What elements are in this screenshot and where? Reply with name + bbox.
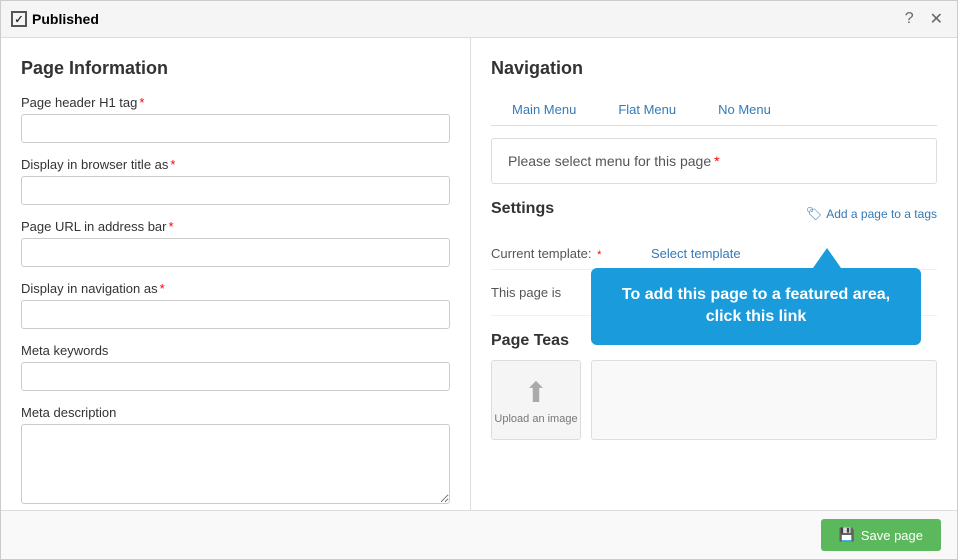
close-button[interactable]: ✕: [926, 7, 947, 31]
input-meta-keywords[interactable]: [21, 362, 450, 391]
left-panel: Page Information Page header H1 tag* Dis…: [1, 38, 471, 510]
label-nav-display: Display in navigation as*: [21, 281, 450, 296]
page-information-title: Page Information: [21, 58, 450, 79]
settings-header: Settings 🏷 Add a page to a tags: [491, 200, 937, 228]
form-group-meta-description: Meta description: [21, 405, 450, 507]
save-icon: 💾: [839, 527, 855, 543]
form-group-nav-display: Display in navigation as*: [21, 281, 450, 329]
form-group-browser-title: Display in browser title as*: [21, 157, 450, 205]
form-group-url: Page URL in address bar*: [21, 219, 450, 267]
input-h1[interactable]: [21, 114, 450, 143]
add-tag-link[interactable]: 🏷 Add a page to a tags: [806, 206, 937, 222]
navigation-title: Navigation: [491, 58, 937, 79]
label-h1: Page header H1 tag*: [21, 95, 450, 110]
input-url[interactable]: [21, 238, 450, 267]
published-label: Published: [32, 11, 99, 27]
tooltip-callout: To add this page to a featured area, cli…: [591, 268, 921, 345]
main-content: Page Information Page header H1 tag* Dis…: [1, 38, 957, 510]
upload-icon: ⬆: [524, 376, 547, 409]
label-browser-title: Display in browser title as*: [21, 157, 450, 172]
label-meta-description: Meta description: [21, 405, 450, 420]
title-bar-actions: ? ✕: [901, 7, 947, 31]
right-panel: Navigation Main Menu Flat Menu No Menu P…: [471, 38, 957, 510]
page-teaser-section: Page Teas ⬆ Upload an image: [491, 332, 937, 440]
navigation-tabs: Main Menu Flat Menu No Menu: [491, 93, 937, 126]
input-nav-display[interactable]: [21, 300, 450, 329]
teaser-text-box: [591, 360, 937, 440]
settings-value-template: Select template: [651, 246, 937, 261]
save-button[interactable]: 💾 Save page: [821, 519, 941, 551]
teaser-content: ⬆ Upload an image: [491, 360, 937, 440]
settings-title: Settings: [491, 200, 554, 218]
input-browser-title[interactable]: [21, 176, 450, 205]
main-window: ✓ Published ? ✕ Page Information Page he…: [0, 0, 958, 560]
label-url: Page URL in address bar*: [21, 219, 450, 234]
input-meta-description[interactable]: [21, 424, 450, 504]
label-meta-keywords: Meta keywords: [21, 343, 450, 358]
help-button[interactable]: ?: [901, 8, 918, 30]
checkbox-icon: ✓: [11, 11, 27, 27]
upload-image-box[interactable]: ⬆ Upload an image: [491, 360, 581, 440]
form-group-meta-keywords: Meta keywords: [21, 343, 450, 391]
tab-main-menu[interactable]: Main Menu: [491, 93, 597, 125]
settings-row-template: Current template: * Select template: [491, 238, 937, 270]
footer: 💾 Save page: [1, 510, 957, 559]
tab-no-menu[interactable]: No Menu: [697, 93, 792, 125]
title-bar-left: ✓ Published: [11, 11, 99, 27]
tooltip-arrow: [813, 248, 841, 268]
tag-icon: 🏷: [806, 206, 823, 222]
settings-label-template: Current template: *: [491, 246, 651, 261]
form-group-h1: Page header H1 tag*: [21, 95, 450, 143]
published-checkbox[interactable]: ✓ Published: [11, 11, 99, 27]
menu-notice: Please select menu for this page*: [491, 138, 937, 184]
tab-flat-menu[interactable]: Flat Menu: [597, 93, 697, 125]
select-template-link[interactable]: Select template: [651, 246, 741, 261]
upload-text: Upload an image: [494, 413, 577, 425]
title-bar: ✓ Published ? ✕: [1, 1, 957, 38]
